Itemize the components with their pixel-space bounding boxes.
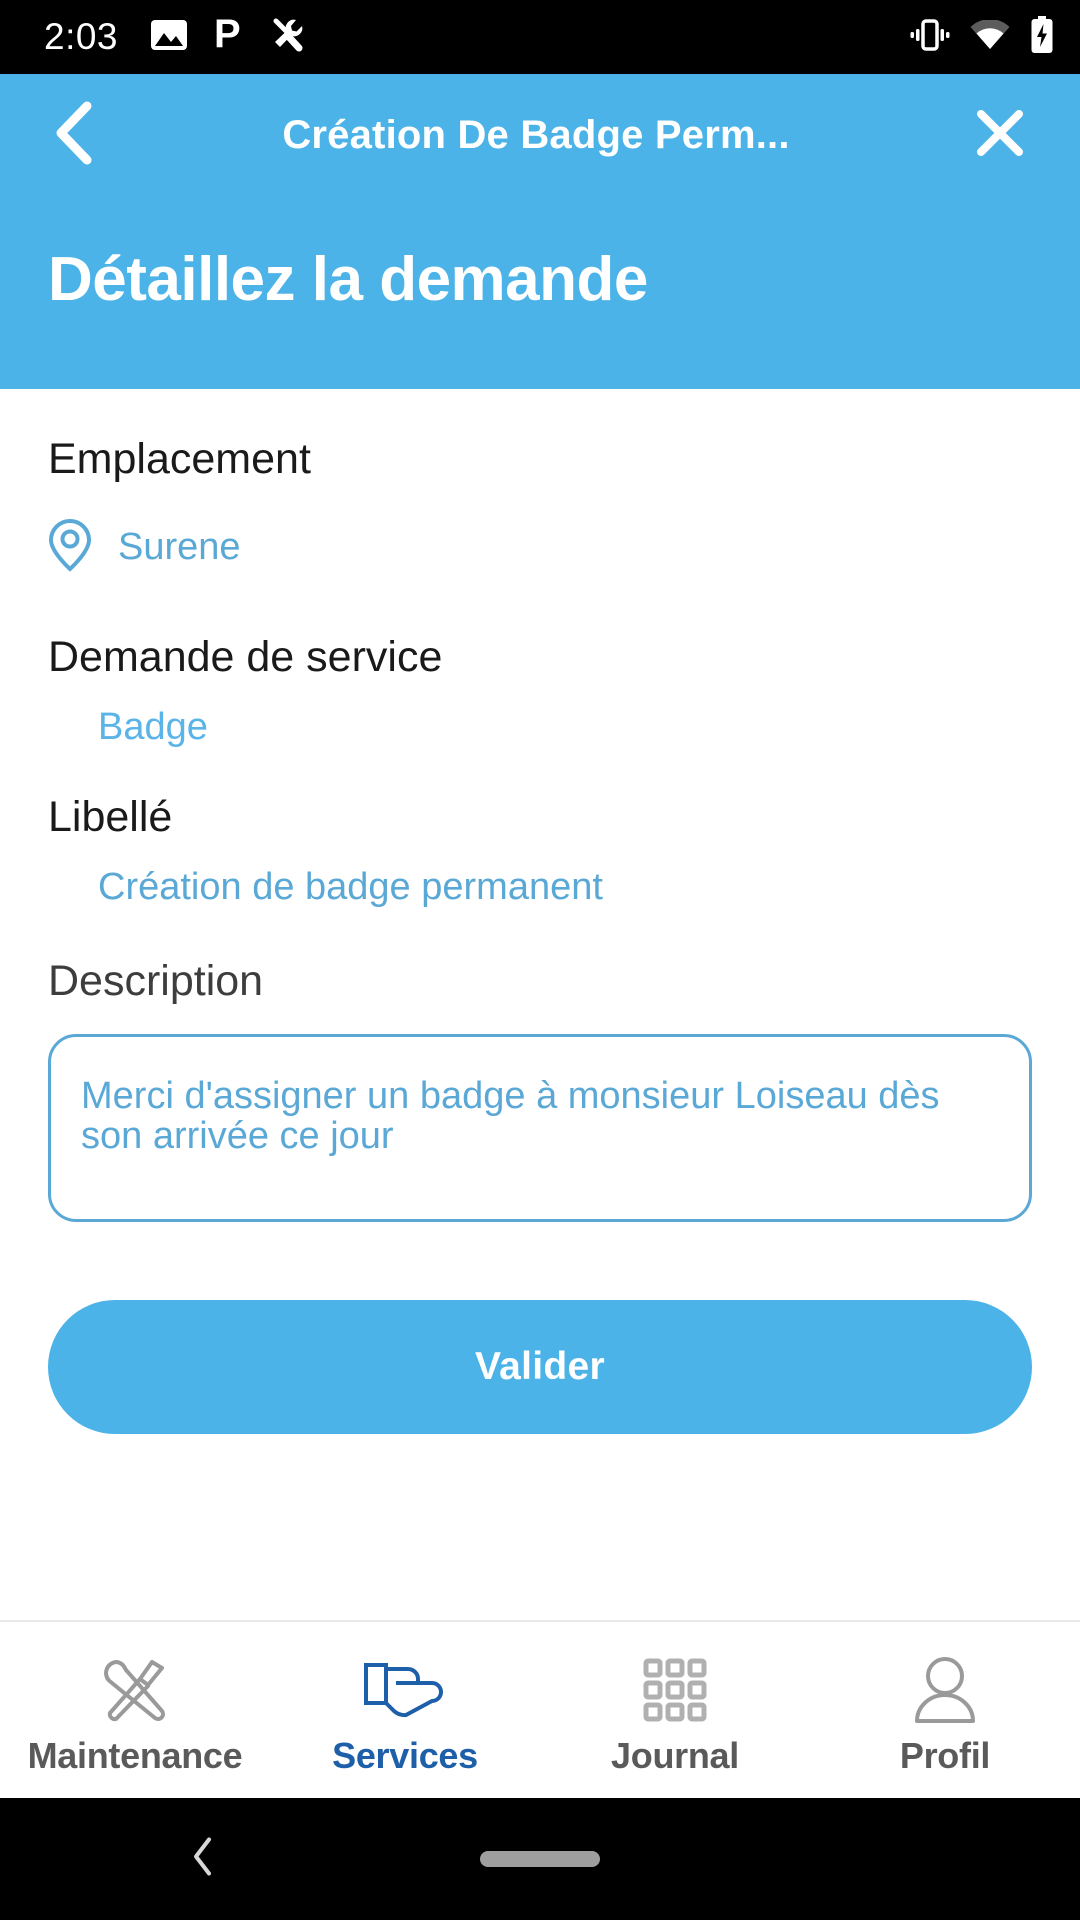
validate-button[interactable]: Valider <box>48 1300 1032 1434</box>
form-content: Emplacement Surene Demande de service Ba… <box>0 389 1080 1620</box>
app-bar: Création De Badge Perm... <box>0 74 1080 196</box>
vibrate-icon <box>910 18 950 57</box>
description-label: Description <box>48 957 264 1005</box>
status-left-icons: P <box>150 12 306 60</box>
libelle-value[interactable]: Création de badge permanent <box>48 842 1032 909</box>
back-button[interactable] <box>44 101 108 167</box>
service-label: Demande de service <box>48 633 443 681</box>
nav-item-profil[interactable]: Profil <box>810 1622 1080 1798</box>
page-title: Détaillez la demande <box>48 245 648 314</box>
close-icon <box>974 107 1026 164</box>
emplacement-value-row[interactable]: Surene <box>48 484 1032 577</box>
tools-icon <box>270 16 306 59</box>
nav-item-maintenance[interactable]: Maintenance <box>0 1622 270 1798</box>
person-icon <box>912 1653 978 1727</box>
wifi-icon <box>970 18 1010 55</box>
grid-icon <box>642 1653 708 1727</box>
status-bar: 2:03 P <box>0 0 1080 74</box>
chevron-left-icon <box>51 100 101 171</box>
bottom-navigation: Maintenance Services Journal Profil <box>0 1620 1080 1798</box>
status-right-icons <box>910 15 1054 59</box>
close-button[interactable] <box>968 103 1032 167</box>
battery-charging-icon <box>1030 15 1054 59</box>
android-navigation-bar <box>0 1798 1080 1920</box>
svg-text:P: P <box>214 15 241 55</box>
nav-label-services: Services <box>332 1735 478 1776</box>
service-value[interactable]: Badge <box>48 682 1032 749</box>
validate-button-wrap: Valider <box>48 1222 1032 1434</box>
libelle-label: Libellé <box>48 793 173 841</box>
emplacement-label: Emplacement <box>48 435 311 483</box>
home-pill-handle[interactable] <box>480 1851 600 1867</box>
description-input[interactable]: Merci d'assigner un badge à monsieur Loi… <box>48 1034 1032 1222</box>
tools-icon <box>100 1653 170 1727</box>
nav-label-profil: Profil <box>899 1735 991 1776</box>
description-value: Merci d'assigner un badge à monsieur Loi… <box>81 1075 940 1157</box>
chevron-left-icon <box>190 1837 216 1882</box>
hand-service-icon <box>362 1653 448 1727</box>
phone-screen: 2:03 P Création De Badge Perm... Détaill… <box>0 0 1080 1920</box>
emplacement-value: Surene <box>118 526 241 568</box>
nav-label-maintenance: Maintenance <box>27 1735 243 1776</box>
nav-item-journal[interactable]: Journal <box>540 1622 810 1798</box>
status-clock: 2:03 <box>44 16 119 57</box>
app-header: Création De Badge Perm... Détaillez la d… <box>0 74 1080 389</box>
android-back-button[interactable] <box>190 1836 216 1883</box>
image-icon <box>150 19 188 56</box>
nav-item-services[interactable]: Services <box>270 1622 540 1798</box>
location-pin-icon <box>48 518 92 577</box>
nav-label-journal: Journal <box>611 1735 739 1776</box>
p-app-icon: P <box>214 12 244 60</box>
page-header-title: Création De Badge Perm... <box>282 112 790 157</box>
